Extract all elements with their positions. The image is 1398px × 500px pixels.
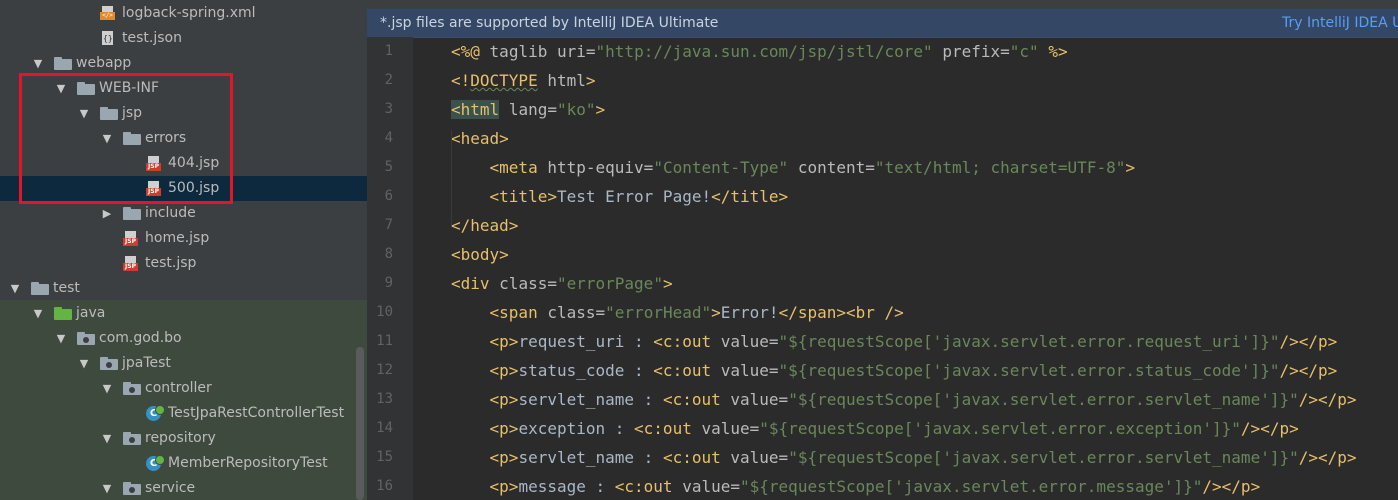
code-line[interactable]: <%@ taglib uri="http://java.sun.com/jsp/… <box>451 37 1068 66</box>
code-editor: *.jsp files are supported by IntelliJ ID… <box>367 0 1398 500</box>
expand-arrow-icon[interactable]: ▼ <box>9 276 21 301</box>
indent-guide <box>451 130 452 225</box>
code-line[interactable]: <p>message : <c:out value="${requestScop… <box>451 472 1261 500</box>
code-line[interactable]: <p>servlet_name : <c:out value="${reques… <box>451 443 1357 472</box>
class-icon: C <box>146 455 165 471</box>
try-ultimate-link[interactable]: Try IntelliJ IDEA Ultimate <box>1282 9 1398 37</box>
line-number: 1 <box>384 43 393 59</box>
code-line[interactable]: <head> <box>451 124 509 153</box>
tree-scrollbar[interactable] <box>356 347 364 500</box>
jsp-file-icon: JSP <box>123 256 138 271</box>
tree-item-label: service <box>145 480 196 496</box>
folder-icon <box>31 282 49 295</box>
line-number: 16 <box>376 478 393 494</box>
tree-item-label: MemberRepositoryTest <box>168 455 328 471</box>
tree-item[interactable]: {} test.json <box>0 26 367 51</box>
tree-item[interactable]: ▼ repository <box>0 426 367 451</box>
tree-item-label: include <box>145 205 196 221</box>
line-number: 8 <box>384 246 393 262</box>
editor-tab-strip <box>367 0 1398 9</box>
tree-item[interactable]: ▼ test <box>0 276 367 301</box>
expand-arrow-icon[interactable]: ▼ <box>32 301 44 326</box>
tree-item[interactable]: C TestJpaRestControllerTest <box>0 401 367 426</box>
tree-item[interactable]: ▼ controller <box>0 376 367 401</box>
tree-item[interactable]: ▼ service <box>0 476 367 500</box>
expand-arrow-icon[interactable]: ▼ <box>101 426 113 451</box>
code-line[interactable]: <p>servlet_name : <c:out value="${reques… <box>451 385 1357 414</box>
code-line[interactable]: <span class="errorHead">Error!</span><br… <box>451 298 904 327</box>
line-number: 9 <box>384 275 393 291</box>
tree-item[interactable]: ▶ include <box>0 201 367 226</box>
tree-item[interactable]: C MemberRepositoryTest <box>0 451 367 476</box>
code-line[interactable]: <!DOCTYPE html> <box>451 66 596 95</box>
jsp-file-icon: JSP <box>123 231 138 246</box>
line-number: 7 <box>384 217 393 233</box>
banner-message: *.jsp files are supported by IntelliJ ID… <box>380 15 719 31</box>
expand-arrow-icon[interactable]: ▼ <box>55 326 67 351</box>
tree-item-label: java <box>76 305 106 321</box>
tree-item[interactable]: </> logback-spring.xml <box>0 1 367 26</box>
tree-item-label: test.jsp <box>145 255 197 271</box>
tree-item[interactable]: ▼ com.god.bo <box>0 326 367 351</box>
tree-item-label: com.god.bo <box>99 330 182 346</box>
tree-item-label: TestJpaRestControllerTest <box>168 405 345 421</box>
line-number: 12 <box>376 362 393 378</box>
tree-item-label: logback-spring.xml <box>122 5 256 21</box>
tree-item[interactable]: ▼ java <box>0 301 367 326</box>
folder-icon <box>123 207 141 220</box>
project-tree-panel: </> logback-spring.xml{} test.json ▼ webapp ▼… <box>0 0 367 500</box>
line-number: 10 <box>376 304 393 320</box>
line-number: 6 <box>384 188 393 204</box>
package-icon <box>123 482 141 495</box>
tree-item-label: controller <box>145 380 212 396</box>
tree-item-label: repository <box>145 430 216 446</box>
code-line[interactable]: <body> <box>451 240 509 269</box>
code-line[interactable]: <p>status_code : <c:out value="${request… <box>451 356 1338 385</box>
xml-file-icon: </> <box>100 6 116 21</box>
tree-item-label: home.jsp <box>145 230 210 246</box>
class-icon: C <box>146 405 165 421</box>
line-number: 2 <box>384 72 393 88</box>
line-number: 15 <box>376 449 393 465</box>
line-number-gutter: 1 2 3 4 5 6 7 8 9 10 11 12 13 14 15 16 <box>367 37 413 500</box>
package-icon <box>77 332 95 345</box>
line-number: 5 <box>384 159 393 175</box>
package-icon <box>123 382 141 395</box>
green-folder-icon <box>54 307 72 320</box>
line-number: 11 <box>376 333 393 349</box>
folder-icon <box>54 57 72 70</box>
code-line[interactable]: </head> <box>451 211 518 240</box>
expand-arrow-icon[interactable]: ▼ <box>101 376 113 401</box>
tree-item-label: jpaTest <box>122 355 171 371</box>
code-line[interactable]: <p>request_uri : <c:out value="${request… <box>451 327 1338 356</box>
expand-arrow-icon[interactable]: ▼ <box>78 351 90 376</box>
package-icon <box>123 432 141 445</box>
expand-arrow-icon[interactable]: ▼ <box>101 476 113 500</box>
code-line[interactable]: <meta http-equiv="Content-Type" content=… <box>451 153 1135 182</box>
tree-item[interactable]: JSP home.jsp <box>0 226 367 251</box>
code-line[interactable]: <html lang="ko"> <box>451 95 605 124</box>
tree-item-label: test <box>53 280 80 296</box>
code-line[interactable]: <p>exception : <c:out value="${requestSc… <box>451 414 1299 443</box>
highlight-annotation-box <box>19 73 233 204</box>
tree-item[interactable]: ▼ jpaTest <box>0 351 367 376</box>
tree-item[interactable]: JSP test.jsp <box>0 251 367 276</box>
editor-notification-banner: *.jsp files are supported by IntelliJ ID… <box>367 9 1398 38</box>
code-line[interactable]: <title>Test Error Page!</title> <box>451 182 789 211</box>
tree-item-label: test.json <box>122 30 182 46</box>
line-number: 13 <box>376 391 393 407</box>
line-number: 3 <box>384 101 393 117</box>
collapse-arrow-icon[interactable]: ▶ <box>101 201 113 226</box>
line-number: 14 <box>376 420 393 436</box>
json-file-icon: {} <box>100 31 116 46</box>
code-line[interactable]: <div class="errorPage"> <box>451 269 673 298</box>
package-icon <box>100 357 118 370</box>
line-number: 4 <box>384 130 393 146</box>
